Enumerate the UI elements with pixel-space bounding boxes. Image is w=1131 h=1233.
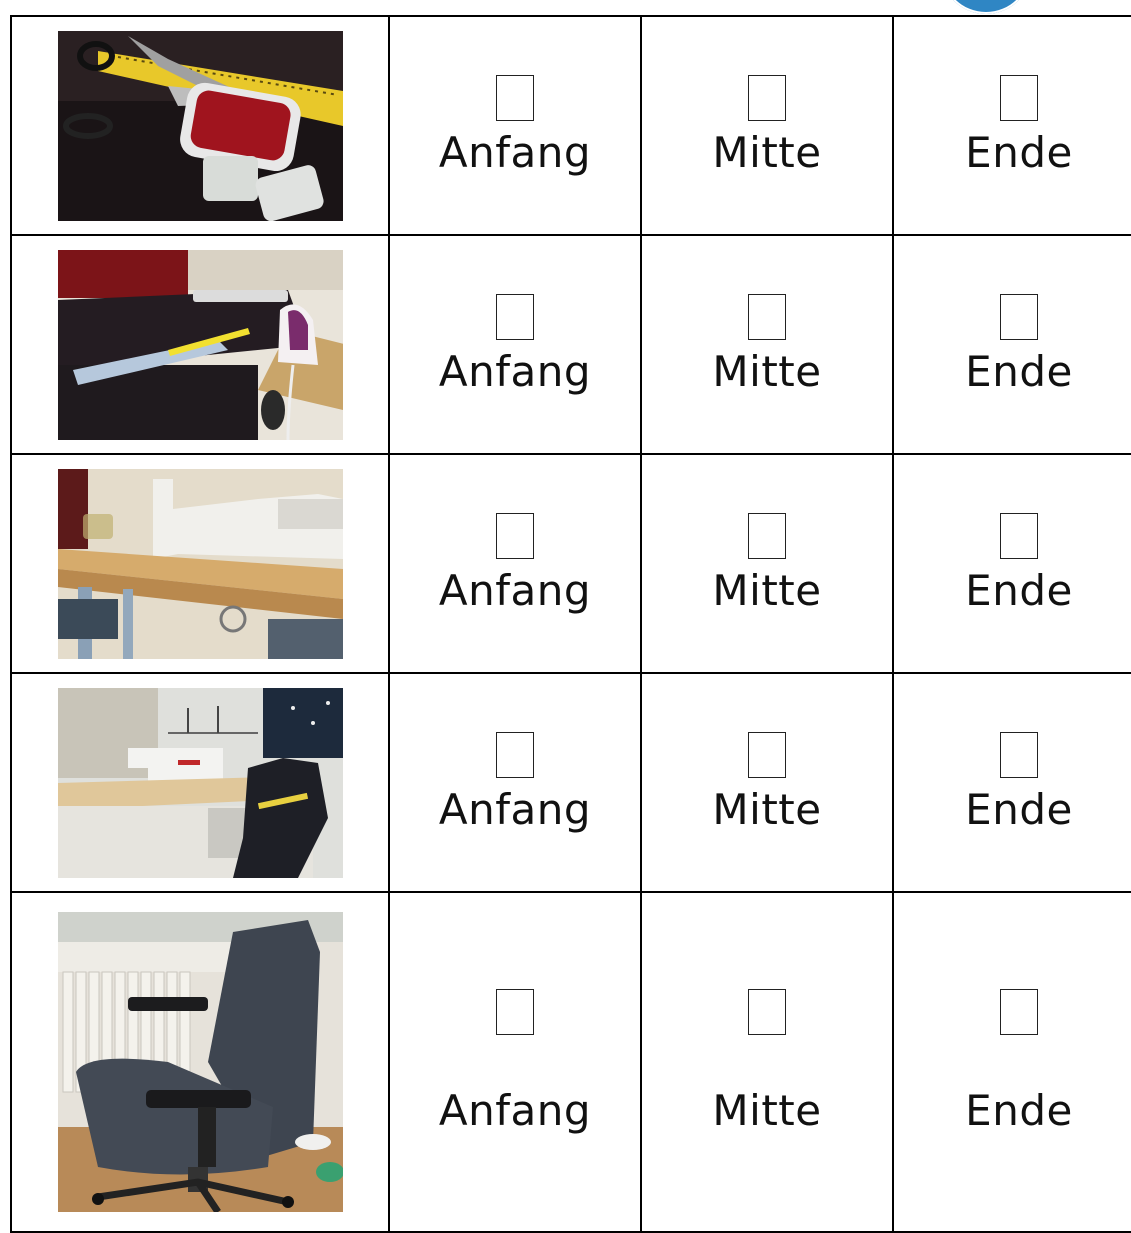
checkbox[interactable]: [748, 293, 786, 340]
option-label: Anfang: [438, 784, 592, 834]
checkbox[interactable]: [748, 989, 786, 1035]
option-label: Anfang: [438, 1086, 592, 1135]
image-cell: [10, 234, 390, 455]
option-mitte[interactable]: Mitte: [640, 453, 894, 674]
checkbox[interactable]: [496, 989, 534, 1035]
ironing-table-photo: [57, 249, 343, 440]
table-row: Anfang Mitte Ende: [10, 15, 1131, 236]
option-mitte[interactable]: Mitte: [640, 891, 894, 1233]
checkbox[interactable]: [1000, 293, 1038, 340]
option-label: Ende: [965, 565, 1073, 615]
option-label: Ende: [965, 127, 1073, 177]
checkbox[interactable]: [496, 512, 534, 559]
checkbox[interactable]: [1000, 989, 1038, 1035]
image-cell: [10, 15, 390, 236]
option-anfang[interactable]: Anfang: [388, 234, 642, 455]
option-label: Mitte: [712, 346, 822, 396]
image-cell: [10, 891, 390, 1233]
option-label: Mitte: [712, 127, 822, 177]
option-label: Mitte: [712, 565, 822, 615]
option-mitte[interactable]: Mitte: [640, 15, 894, 236]
industrial-sewing-machine-photo: [57, 687, 343, 878]
table-row: Anfang Mitte Ende: [10, 891, 1131, 1233]
option-label: Ende: [965, 784, 1073, 834]
option-label: Anfang: [438, 346, 592, 396]
option-mitte[interactable]: Mitte: [640, 234, 894, 455]
table-row: Anfang Mitte Ende: [10, 453, 1131, 674]
option-ende[interactable]: Ende: [892, 891, 1131, 1233]
image-cell: [10, 672, 390, 893]
option-anfang[interactable]: Anfang: [388, 15, 642, 236]
checkbox[interactable]: [1000, 74, 1038, 121]
logo-badge: [940, 0, 1032, 14]
option-ende[interactable]: Ende: [892, 15, 1131, 236]
checkbox[interactable]: [1000, 731, 1038, 778]
table-row: Anfang Mitte Ende: [10, 234, 1131, 455]
option-label: Ende: [965, 346, 1073, 396]
worksheet-table: Anfang Mitte Ende Anfang Mitte Ende Anfa…: [10, 15, 1131, 1233]
option-anfang[interactable]: Anfang: [388, 453, 642, 674]
checkbox[interactable]: [496, 74, 534, 121]
table-row: Anfang Mitte Ende: [10, 672, 1131, 893]
checkbox[interactable]: [748, 74, 786, 121]
option-ende[interactable]: Ende: [892, 672, 1131, 893]
checkbox[interactable]: [748, 512, 786, 559]
option-ende[interactable]: Ende: [892, 453, 1131, 674]
checkbox[interactable]: [496, 293, 534, 340]
checkbox[interactable]: [496, 731, 534, 778]
option-label: Mitte: [712, 784, 822, 834]
option-anfang[interactable]: Anfang: [388, 672, 642, 893]
scissors-ruler-lint-brush-photo: [57, 30, 343, 221]
option-label: Mitte: [712, 1086, 822, 1135]
option-ende[interactable]: Ende: [892, 234, 1131, 455]
sewing-machine-table-photo: [57, 468, 343, 659]
option-label: Ende: [965, 1086, 1073, 1135]
image-cell: [10, 453, 390, 674]
option-label: Anfang: [438, 127, 592, 177]
checkbox[interactable]: [748, 731, 786, 778]
option-anfang[interactable]: Anfang: [388, 891, 642, 1233]
option-label: Anfang: [438, 565, 592, 615]
office-chair-photo: [57, 912, 343, 1212]
option-mitte[interactable]: Mitte: [640, 672, 894, 893]
checkbox[interactable]: [1000, 512, 1038, 559]
